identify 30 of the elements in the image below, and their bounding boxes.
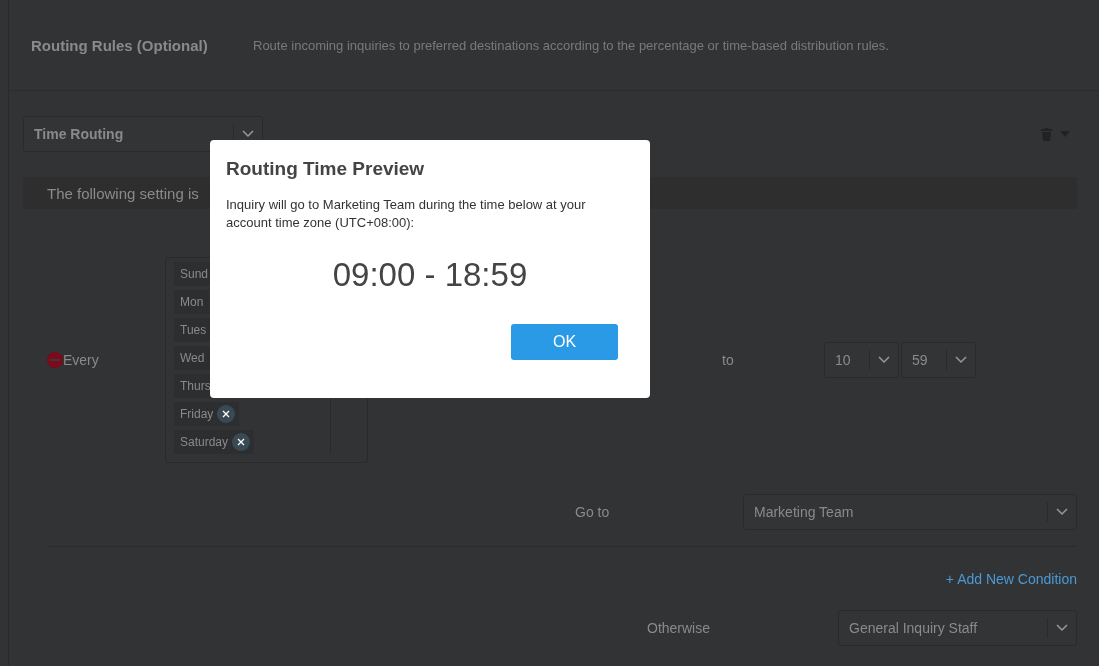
every-label: Every <box>63 352 99 368</box>
routing-type-select[interactable]: Time Routing <box>23 116 263 152</box>
hour-select[interactable]: 10 <box>824 342 899 378</box>
minute-select[interactable]: 59 <box>901 342 976 378</box>
otherwise-label: Otherwise <box>647 620 712 636</box>
day-tag: Friday <box>174 402 240 426</box>
add-condition-link[interactable]: + Add New Condition <box>945 571 1077 587</box>
to-label: to <box>722 352 735 368</box>
chevron-down-icon <box>955 356 967 364</box>
go-to-label: Go to <box>575 504 611 520</box>
day-tag: Tues <box>174 318 213 342</box>
chevron-down-icon <box>1056 624 1068 632</box>
day-tag: Saturday <box>174 430 255 454</box>
remove-icon[interactable] <box>217 405 236 423</box>
destination-select[interactable]: Marketing Team <box>743 494 1077 530</box>
dialog-title: Routing Time Preview <box>226 158 426 180</box>
chevron-down-icon <box>1056 508 1068 516</box>
ok-button[interactable]: OK <box>511 324 618 360</box>
section-title: Routing Rules (Optional) <box>31 36 209 54</box>
section-description: Route incoming inquiries to preferred destinations according to the percentage or time-based distribution rules. <box>253 37 889 53</box>
otherwise-select[interactable]: General Inquiry Staff <box>838 610 1077 646</box>
remove-condition-icon[interactable] <box>47 352 63 368</box>
remove-icon[interactable] <box>232 433 251 451</box>
chevron-down-icon <box>242 130 254 138</box>
chevron-down-icon <box>878 356 890 364</box>
day-tag: Wed <box>174 346 211 370</box>
time-range: 09:00 - 18:59 <box>331 256 529 294</box>
day-tag: Mon <box>174 290 210 314</box>
dialog-message: Inquiry will go to Marketing Team during the time below at your account time zone (UTC+08:00): <box>226 196 587 232</box>
banner-text: The following setting is <box>47 184 199 202</box>
